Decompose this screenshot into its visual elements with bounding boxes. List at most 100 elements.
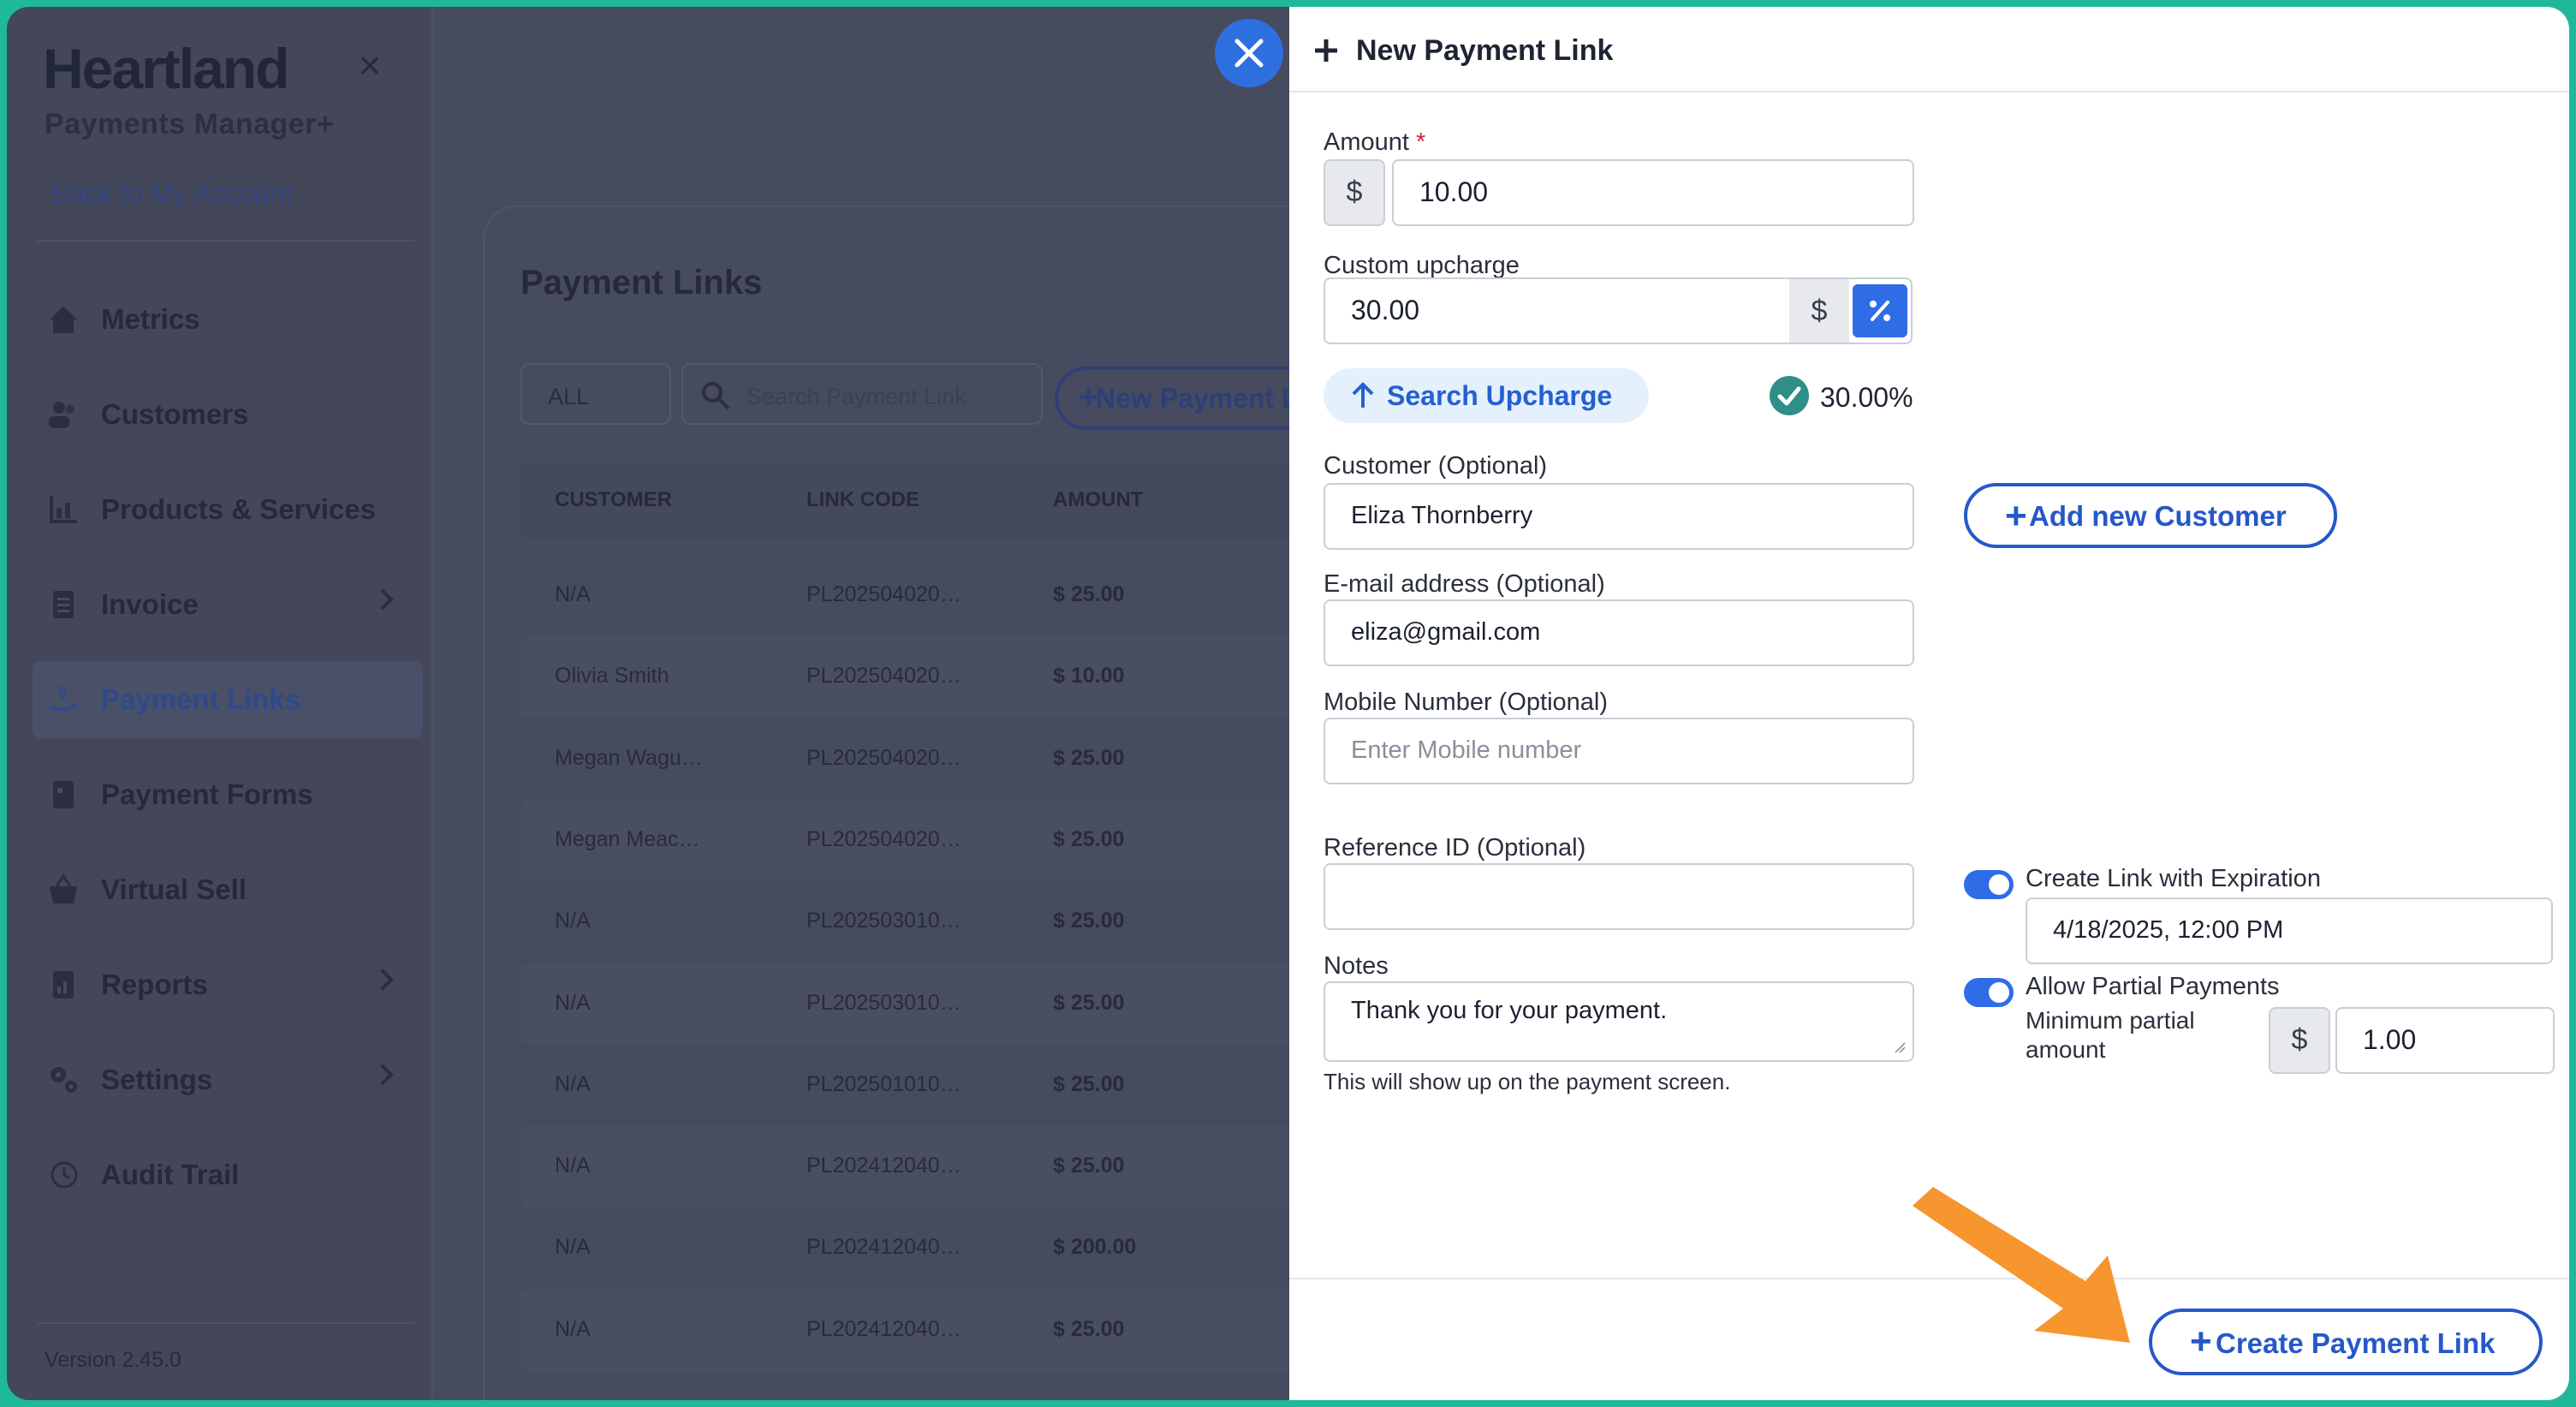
cell-amount: $ 25.00 [1053, 582, 1125, 606]
panel-header: New Payment Link [1289, 7, 2569, 92]
email-input[interactable]: eliza@gmail.com [1324, 599, 1914, 666]
cell-code: PL202504020… [806, 745, 961, 770]
table-row[interactable]: Megan Wagu… PL202504020… $ 25.00 [521, 718, 1342, 800]
reference-input[interactable] [1324, 863, 1914, 930]
cell-customer: Olivia Smith [555, 664, 669, 689]
mobile-input[interactable]: Enter Mobile number [1324, 718, 1914, 784]
cell-customer: N/A [555, 1235, 591, 1260]
annotation-arrow-icon [1913, 1187, 2130, 1343]
notes-textarea[interactable]: Thank you for your payment. [1324, 981, 1914, 1062]
svg-text:$: $ [58, 684, 67, 701]
table-row[interactable]: N/A PL202503010… $ 25.00 [521, 881, 1342, 963]
min-partial-label: Minimum partial [2026, 1007, 2195, 1034]
create-payment-link-button[interactable]: + Create Payment Link [2149, 1309, 2543, 1375]
back-to-account-link[interactable]: Back to My Account [51, 178, 292, 210]
users-icon [45, 396, 82, 433]
customer-input[interactable]: Eliza Thornberry [1324, 483, 1914, 550]
cell-amount: $ 25.00 [1053, 1154, 1125, 1178]
cell-code: PL202504020… [806, 826, 961, 851]
expiration-datetime-input[interactable]: 4/18/2025, 12:00 PM [2026, 897, 2553, 964]
cell-customer: N/A [555, 990, 591, 1015]
reference-label: Reference ID (Optional) [1324, 834, 1586, 861]
cell-amount: $ 25.00 [1053, 909, 1125, 933]
sidebar-item-label: Invoice [101, 588, 199, 620]
table-row[interactable]: N/A PL202412040… $ 25.00 [521, 1289, 1342, 1371]
document-icon [45, 586, 82, 623]
sidebar-item-payment-links[interactable]: $ Payment Links [33, 661, 423, 738]
upcharge-label: Custom upcharge [1324, 252, 1520, 279]
amount-currency-addon: $ [1324, 159, 1385, 226]
add-customer-button[interactable]: + Add new Customer [1964, 483, 2337, 548]
cell-amount: $ 25.00 [1053, 745, 1125, 770]
amount-input[interactable]: 10.00 [1392, 159, 1914, 226]
chevron-right-icon [372, 588, 394, 611]
table-row[interactable]: Olivia Smith PL202504020… $ 10.00 [521, 636, 1342, 718]
resize-handle-icon[interactable] [1894, 1041, 1906, 1053]
sidebar-item-audit-trail[interactable]: Audit Trail [33, 1136, 423, 1213]
cell-code: PL202412040… [806, 1154, 961, 1178]
partial-payments-toggle[interactable] [1964, 978, 2014, 1007]
sidebar-item-settings[interactable]: Settings [33, 1041, 423, 1118]
cell-code: PL202412040… [806, 1235, 961, 1260]
upcharge-percent-toggle[interactable] [1853, 284, 1907, 337]
sidebar-item-label: Metrics [101, 303, 200, 335]
filter-select[interactable]: ALL [521, 363, 671, 425]
hand-dollar-icon: $ [45, 681, 82, 718]
form-icon [45, 776, 82, 814]
home-icon [45, 301, 82, 338]
partial-payments-label: Allow Partial Payments [2026, 973, 2280, 1000]
table-row[interactable]: N/A PL202504020… $ 25.00 [521, 555, 1342, 636]
divider [38, 240, 414, 241]
plus-icon [1315, 39, 1337, 62]
sidebar-item-products-services[interactable]: Products & Services [33, 471, 423, 548]
search-placeholder: Search Payment Link [747, 384, 967, 409]
upcharge-input[interactable]: 30.00 [1351, 295, 1419, 326]
upcharge-percent-value: 30.00% [1820, 382, 1913, 413]
panel-title: New Payment Link [1356, 34, 1614, 67]
sidebar-nav: Metrics Customers Products & Services Invoi… [33, 281, 423, 1231]
table-row[interactable]: N/A PL202501010… $ 25.00 [521, 1045, 1342, 1126]
app-window: Heartland Payments Manager+ × Back to My… [7, 7, 2569, 1400]
table-row[interactable]: N/A PL202412040… $ 25.00 [521, 1126, 1342, 1208]
sidebar-item-label: Payment Links [101, 683, 300, 715]
search-upcharge-button[interactable]: Search Upcharge [1324, 368, 1649, 423]
upcharge-dollar-toggle[interactable]: $ [1789, 279, 1849, 343]
cell-amount: $ 25.00 [1053, 1071, 1125, 1096]
plus-icon: + [1079, 379, 1099, 416]
sidebar-item-label: Customers [101, 398, 249, 430]
sidebar-item-reports[interactable]: Reports [33, 946, 423, 1023]
sidebar-item-metrics[interactable]: Metrics [33, 281, 423, 358]
table-row[interactable]: N/A PL202412040… $ 200.00 [521, 1207, 1342, 1289]
cell-amount: $ 10.00 [1053, 664, 1125, 689]
table-row[interactable]: Megan Meac… PL202504020… $ 25.00 [521, 799, 1342, 881]
column-header[interactable]: CUSTOMER [555, 488, 672, 512]
cell-code: PL202503010… [806, 909, 961, 933]
report-icon [45, 966, 82, 1004]
cell-customer: N/A [555, 1071, 591, 1096]
sidebar-item-virtual-sell[interactable]: Virtual Sell [33, 851, 423, 928]
customer-label: Customer (Optional) [1324, 452, 1548, 480]
column-header[interactable]: AMOUNT [1053, 488, 1143, 512]
amount-label: Amount * [1324, 128, 1426, 156]
sidebar-item-invoice[interactable]: Invoice [33, 566, 423, 643]
sidebar-item-customers[interactable]: Customers [33, 376, 423, 453]
min-partial-input[interactable]: 1.00 [2335, 1007, 2555, 1074]
column-header[interactable]: LINK CODE [806, 488, 919, 512]
sidebar-item-label: Settings [101, 1064, 213, 1095]
sidebar-close-icon[interactable]: × [349, 45, 390, 86]
table-row[interactable]: N/A PL202503010… $ 25.00 [521, 963, 1342, 1045]
min-partial-label-2: amount [2026, 1036, 2106, 1063]
sidebar-item-payment-forms[interactable]: Payment Forms [33, 756, 423, 833]
sidebar-item-label: Payment Forms [101, 778, 313, 810]
expiration-toggle[interactable] [1964, 870, 2014, 899]
page-title: Payment Links [521, 264, 763, 301]
search-input[interactable]: Search Payment Link [681, 363, 1043, 425]
sidebar-item-label: Audit Trail [101, 1159, 240, 1190]
divider [38, 1322, 414, 1324]
modal-close-button[interactable] [1215, 19, 1283, 87]
cell-code: PL202504020… [806, 664, 961, 689]
required-mark: * [1416, 128, 1426, 156]
sidebar-item-label: Virtual Sell [101, 873, 247, 905]
cell-code: PL202501010… [806, 1071, 961, 1096]
sidebar-item-label: Reports [101, 969, 208, 1000]
